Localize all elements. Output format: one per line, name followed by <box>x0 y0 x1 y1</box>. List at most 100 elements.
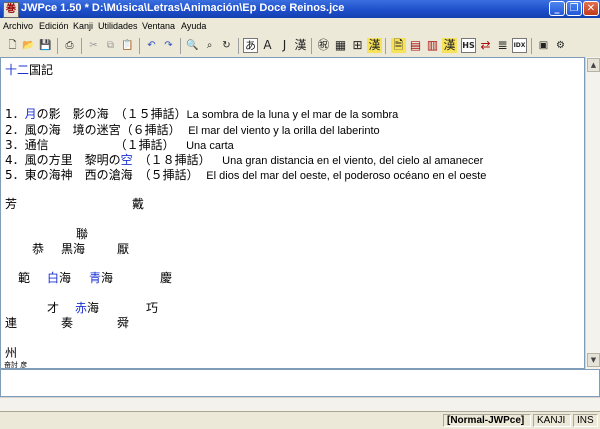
kanji-lookup-icon[interactable]: 漢 <box>442 38 457 53</box>
scroll-up-icon[interactable]: ▲ <box>587 58 600 72</box>
menu-bar: Archivo Edición Kanji Utilidades Ventana… <box>0 18 600 35</box>
episode-number: 5． <box>5 168 25 182</box>
episode-number: 4． <box>5 153 25 167</box>
reading-lookup-icon[interactable]: ≣ <box>495 38 510 53</box>
episode-highlight: 空 <box>120 153 133 167</box>
menu-archivo[interactable]: Archivo <box>3 21 33 31</box>
repeat-search-icon[interactable]: ↻ <box>219 38 234 53</box>
episode-spanish: La sombra de la luna y el mar de la somb… <box>186 109 399 121</box>
print-icon[interactable]: ⎙ <box>62 38 77 53</box>
map-text: 黒海 <box>61 242 86 256</box>
episode-number: 1． <box>5 107 25 121</box>
map-text: 才 <box>47 301 60 315</box>
map-text: 戴 <box>132 197 145 211</box>
dictionary-icon[interactable]: 🗎 <box>391 38 406 53</box>
episode-japanese: 東の海神 西の滄海 （５挿話） <box>24 168 199 182</box>
radical-lookup-icon[interactable]: ㊗ <box>316 38 331 53</box>
map-text: 恭 <box>32 242 45 256</box>
heading-text: 国記 <box>29 63 54 77</box>
window-title: JWPce 1.50 * D:\Música\Letras\Animación\… <box>21 2 345 14</box>
close-button[interactable]: ✕ <box>583 1 599 16</box>
heading-highlight: 十二 <box>5 63 30 77</box>
jis-table-icon[interactable]: ▤ <box>408 38 423 53</box>
menu-edicion[interactable]: Edición <box>39 21 69 31</box>
map-text: 奏 <box>61 316 74 330</box>
copy-icon[interactable]: ⧉ <box>103 38 118 53</box>
editor-pane[interactable]: 十二国記 1．月の影 影の海 （１５挿話）La sombra de la lun… <box>0 57 585 369</box>
toolbar-separator <box>311 38 312 54</box>
map-text: 連 <box>5 316 18 330</box>
menu-utilidades[interactable]: Utilidades <box>98 21 138 31</box>
cut-icon[interactable]: ✂ <box>86 38 101 53</box>
index-lookup-icon[interactable]: IDX <box>512 38 527 53</box>
episode-japanese: の影 影の海 （１５挿話） <box>36 107 187 121</box>
open-folder-icon[interactable]: 📂 <box>21 38 36 53</box>
episode-line-1: 1．月の影 影の海 （１５挿話）La sombra de la luna y e… <box>5 105 398 122</box>
map-text: 青海 <box>89 269 113 286</box>
map-text: 巧 <box>146 301 159 315</box>
replace-icon[interactable]: ⌕ <box>202 38 217 53</box>
ascii-mode-icon[interactable]: A <box>260 38 275 53</box>
jascii-mode-icon[interactable]: J <box>277 38 292 53</box>
episode-line-5: 5．東の海神 西の滄海 （５挿話） El dios del mar del oe… <box>5 166 486 183</box>
episode-japanese: 風の方里 黎明の <box>24 153 121 167</box>
new-file-icon[interactable]: 🗋 <box>5 38 20 53</box>
map-text: 白海 <box>47 269 71 286</box>
radical-table-icon[interactable]: ▥ <box>425 38 440 53</box>
skip-lookup-icon[interactable]: ⊞ <box>350 38 365 53</box>
bushu-lookup-icon[interactable]: ▦ <box>333 38 348 53</box>
scroll-down-icon[interactable]: ▼ <box>587 353 600 367</box>
episode-japanese: 通信 （１挿話） <box>24 138 175 152</box>
episode-spanish: El dios del mar del oeste, el poderoso o… <box>206 170 487 182</box>
paste-icon[interactable]: 📋 <box>120 38 135 53</box>
map-highlight: 青 <box>89 271 102 285</box>
toolbar: 🗋 📂 💾 ⎙ ✂ ⧉ 📋 ↶ ↷ 🔍 ⌕ ↻ あ A J 漢 ㊗ ▦ ⊞ 漢 … <box>0 35 600 58</box>
title-bar: 巻 JWPce 1.50 * D:\Música\Letras\Animació… <box>0 0 600 18</box>
options-icon[interactable]: ⚙ <box>553 38 568 53</box>
episode-highlight: 月 <box>24 107 37 121</box>
map-text: 芳 <box>5 197 18 211</box>
hs-lookup-icon[interactable]: HS <box>461 38 476 53</box>
map-text: 州 <box>5 346 18 360</box>
episode-number: 3． <box>5 138 25 152</box>
save-icon[interactable]: 💾 <box>38 38 53 53</box>
hiragana-mode-icon[interactable]: あ <box>243 38 258 53</box>
kanji-info-icon[interactable]: 漢 <box>367 38 382 53</box>
status-bar: [Normal-JWPce] KANJI INS <box>0 411 600 429</box>
episode-japanese: 風の海 境の迷宮（６挿話） <box>24 123 181 137</box>
app-icon[interactable]: 巻 <box>3 2 19 18</box>
toolbar-separator <box>531 38 532 54</box>
status-input-mode: KANJI <box>533 414 571 427</box>
status-insert-mode: INS <box>573 414 598 427</box>
status-mode: [Normal-JWPce] <box>443 414 531 427</box>
map-small-text: 奋討 彦 <box>4 361 28 369</box>
episode-japanese: （１８挿話） <box>132 153 211 167</box>
toolbar-separator <box>385 38 386 54</box>
horizontal-scrollbar[interactable] <box>0 397 600 411</box>
menu-kanji[interactable]: Kanji <box>73 21 93 31</box>
map-highlight: 白 <box>47 271 60 285</box>
map-text: 赤海 <box>75 299 99 316</box>
toolbar-separator <box>139 38 140 54</box>
menu-ayuda[interactable]: Ayuda <box>181 21 206 31</box>
toolbar-separator <box>180 38 181 54</box>
four-corner-icon[interactable]: ⇄ <box>478 38 493 53</box>
search-icon[interactable]: 🔍 <box>185 38 200 53</box>
page-layout-icon[interactable]: ▣ <box>536 38 551 53</box>
minimize-button[interactable]: _ <box>549 1 565 16</box>
vertical-scrollbar[interactable]: ▲ ▼ <box>585 57 600 369</box>
map-text: 慶 <box>160 271 173 285</box>
episode-number: 2． <box>5 123 25 137</box>
undo-icon[interactable]: ↶ <box>144 38 159 53</box>
redo-icon[interactable]: ↷ <box>161 38 176 53</box>
toolbar-separator <box>238 38 239 54</box>
toolbar-separator <box>81 38 82 54</box>
kanji-convert-icon[interactable]: 漢 <box>293 38 308 53</box>
maximize-button[interactable]: ❐ <box>566 1 582 16</box>
menu-ventana[interactable]: Ventana <box>142 21 175 31</box>
map-highlight: 赤 <box>75 301 88 315</box>
map-text: 海 <box>87 301 100 315</box>
map-text: 海 <box>59 271 72 285</box>
conversion-pane[interactable] <box>0 369 600 397</box>
map-text: 範 <box>18 271 31 285</box>
